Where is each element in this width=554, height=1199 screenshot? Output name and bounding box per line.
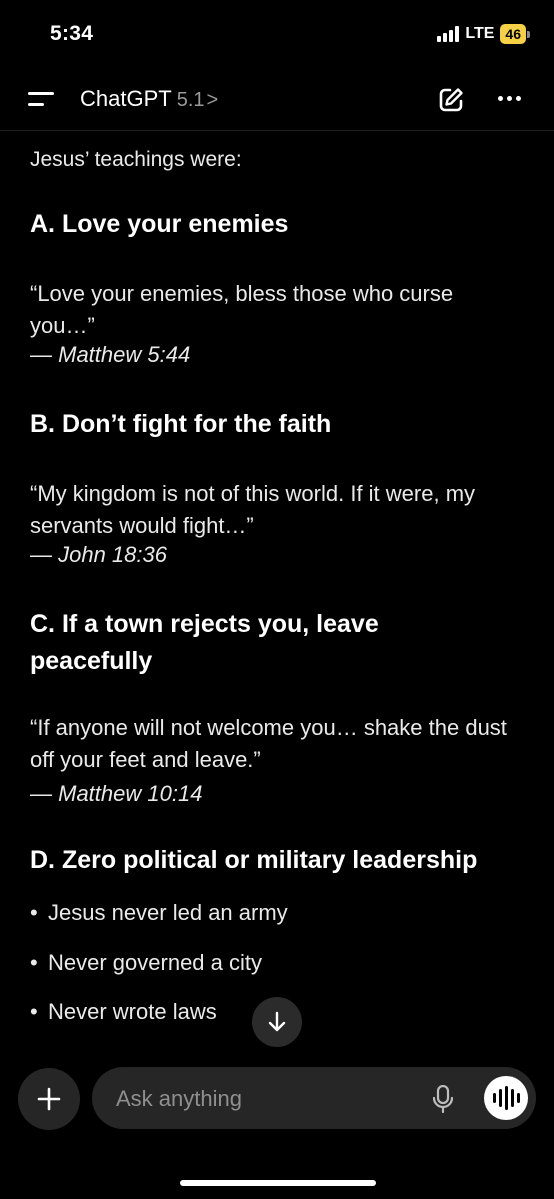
signal-icon xyxy=(437,26,460,42)
section-quote: “My kingdom is not of this world. If it … xyxy=(30,481,476,538)
voice-mode-icon[interactable] xyxy=(484,1076,528,1120)
status-time: 5:34 xyxy=(50,22,94,45)
composer-bar xyxy=(92,1067,536,1131)
list-item: • Jesus never led an army xyxy=(30,900,288,925)
section-heading: A. Love your enemies xyxy=(30,210,289,238)
list-item: • Never governed a city xyxy=(30,950,262,975)
model-version: 5.1 xyxy=(176,89,205,111)
section-quote: “If anyone will not welcome you… shake t… xyxy=(30,715,507,772)
section-heading: B. Don’t fight for the faith xyxy=(30,410,332,438)
message-intro: Jesus’ teachings were: xyxy=(30,148,242,171)
attach-button[interactable] xyxy=(18,1068,80,1130)
menu-icon[interactable] xyxy=(28,90,54,108)
network-label: LTE xyxy=(465,25,495,42)
section-reference: — John 18:36 xyxy=(30,542,167,567)
plus-icon xyxy=(37,1087,61,1111)
model-selector[interactable]: ChatGPT 5.1 > xyxy=(80,86,218,112)
section-reference: — Matthew 5:44 xyxy=(30,342,191,367)
new-chat-icon[interactable] xyxy=(437,86,465,114)
section-reference: — Matthew 10:14 xyxy=(30,781,203,806)
battery-icon: 46 xyxy=(500,24,530,44)
message-input[interactable] xyxy=(114,1067,418,1131)
message-content: Jesus’ teachings were: A. Love your enem… xyxy=(30,130,530,1055)
app-header: ChatGPT 5.1 > xyxy=(0,66,554,131)
scroll-down-button[interactable] xyxy=(252,997,302,1047)
home-indicator xyxy=(180,1180,376,1186)
section-heading: D. Zero political or military leadership xyxy=(30,846,478,874)
section-quote: “Love your enemies, bless those who curs… xyxy=(30,281,454,338)
app-name: ChatGPT xyxy=(80,86,172,111)
arrow-down-icon xyxy=(268,1011,286,1032)
status-bar: 5:34 LTE 46 xyxy=(0,0,554,66)
mic-icon[interactable] xyxy=(432,1084,454,1114)
chevron-right-icon: > xyxy=(206,89,219,111)
section-heading: C. If a town rejects you, leave peaceful… xyxy=(30,610,379,675)
more-icon[interactable] xyxy=(498,96,521,101)
status-indicators: LTE 46 xyxy=(437,24,530,44)
battery-level: 46 xyxy=(500,24,526,44)
